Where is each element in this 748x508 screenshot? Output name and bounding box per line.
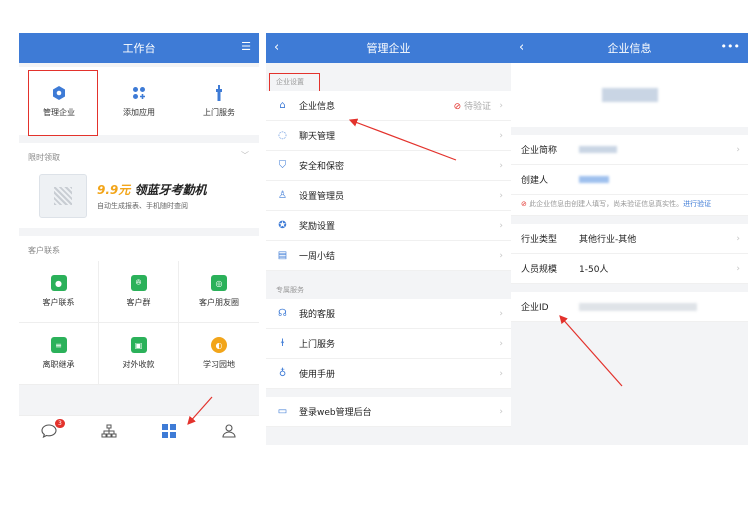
customer-contact-button[interactable]: ● 客户联系 <box>19 261 99 323</box>
menu-door-service[interactable]: ɫ 上门服务 › <box>266 329 511 359</box>
chevron-right-icon: › <box>499 160 503 171</box>
blurred-logo <box>601 88 658 102</box>
enterprise-logo[interactable] <box>511 63 748 127</box>
chat-icon: ◌ <box>278 130 287 141</box>
verify-status: ⊘ 待验证 <box>453 102 491 112</box>
menu-sort-icon[interactable]: ☰ <box>241 40 251 53</box>
attendance-machine-image <box>39 174 87 218</box>
customer-moments-button[interactable]: ◎ 客户朋友圈 <box>179 261 259 323</box>
enterprise-info-panel: ‹ 企业信息 ••• 企业简称 › 创建人 ⊘ 此企业信息由创建人填写，尚未验证… <box>511 33 748 445</box>
customer-contact-grid: ● 客户联系 ꔮ 客户群 ◎ 客户朋友圈 ≡ 离职继承 ▣ 对外收款 ◐ 学习园… <box>19 261 259 385</box>
menu-my-service[interactable]: ☊ 我的客服 › <box>266 299 511 329</box>
page-title: 企业信息 <box>607 42 652 55</box>
manage-enterprise-panel: ‹ 管理企业 企业设置 ⌂ 企业信息 ⊘ 待验证 › ◌ 聊天管理 › ⛉ 安全… <box>266 33 511 445</box>
resign-inherit-icon: ≡ <box>50 337 67 353</box>
planet-icon: ◐ <box>211 337 227 353</box>
workbench-panel: 工作台 ☰ 管理企业 添加应用 上门服务 限时领取 ﹀ 9.9元 领蓝牙考勤机 … <box>19 33 259 445</box>
blurred-value <box>579 176 609 183</box>
chevron-right-icon: › <box>499 250 503 261</box>
row-enterprise-id[interactable]: 企业ID <box>511 292 748 322</box>
menu-web-admin-login[interactable]: ▭ 登录web管理后台 › <box>266 397 511 427</box>
back-icon[interactable]: ‹ <box>519 40 524 55</box>
tab-workbench[interactable] <box>139 416 199 445</box>
row-short-name[interactable]: 企业简称 › <box>511 135 748 165</box>
chevron-right-icon: › <box>499 338 503 349</box>
unread-badge: 3 <box>55 419 65 428</box>
enterprise-info-header: ‹ 企业信息 ••• <box>511 33 748 63</box>
back-icon[interactable]: ‹ <box>274 40 279 55</box>
page-title: 工作台 <box>122 42 156 55</box>
chevron-down-icon[interactable]: ﹀ <box>241 150 249 161</box>
add-app-icon <box>131 85 147 101</box>
chevron-right-icon: › <box>499 190 503 201</box>
highlight-box <box>28 70 98 136</box>
chevron-right-icon: › <box>736 233 740 244</box>
chevron-right-icon: › <box>499 100 503 111</box>
chat-bubble-icon: ● <box>50 275 67 291</box>
tab-messages[interactable]: 3 <box>19 416 79 445</box>
verify-notice: ⊘ 此企业信息由创建人填写，尚未验证信息真实性。进行验证 <box>511 195 748 216</box>
menu-enterprise-info[interactable]: ⌂ 企业信息 ⊘ 待验证 › <box>266 91 511 121</box>
menu-security[interactable]: ⛉ 安全和保密 › <box>266 151 511 181</box>
learning-garden-button[interactable]: ◐ 学习园地 <box>179 323 259 385</box>
headset-icon: ☊ <box>278 308 287 319</box>
menu-user-manual[interactable]: ♁ 使用手册 › <box>266 359 511 389</box>
customer-group-icon: ꔮ <box>130 275 147 291</box>
door-service-icon: ɫ <box>280 338 285 349</box>
chevron-right-icon: › <box>499 406 503 417</box>
workbench-header: 工作台 ☰ <box>19 33 259 63</box>
monitor-icon: ▭ <box>277 406 288 417</box>
chevron-right-icon: › <box>499 220 503 231</box>
lightbulb-icon: ♁ <box>278 368 287 379</box>
blurred-value <box>579 302 697 311</box>
home-icon: ⌂ <box>279 100 286 111</box>
menu-chat-management[interactable]: ◌ 聊天管理 › <box>266 121 511 151</box>
payment-icon: ▣ <box>130 337 147 353</box>
row-creator: 创建人 <box>511 165 748 195</box>
report-icon: ▤ <box>277 250 288 261</box>
medal-icon: ✪ <box>278 220 287 231</box>
chevron-right-icon: › <box>499 368 503 379</box>
chevron-right-icon: › <box>499 130 503 141</box>
door-service-button[interactable]: 上门服务 <box>179 67 259 135</box>
blurred-value <box>579 146 617 153</box>
menu-set-admin[interactable]: ♙ 设置管理员 › <box>266 181 511 211</box>
external-payment-button[interactable]: ▣ 对外收款 <box>99 323 179 385</box>
promo-subtitle: 自动生成报表、手机随时查阅 <box>97 202 188 210</box>
chevron-right-icon: › <box>499 308 503 319</box>
page-title: 管理企业 <box>366 42 411 55</box>
workbench-grid-icon <box>162 423 176 438</box>
resign-inherit-button[interactable]: ≡ 离职继承 <box>19 323 99 385</box>
section-label: 专属服务 <box>276 286 304 294</box>
menu-rewards[interactable]: ✪ 奖励设置 › <box>266 211 511 241</box>
admin-icon: ♙ <box>278 190 287 201</box>
menu-weekly-summary[interactable]: ▤ 一周小结 › <box>266 241 511 271</box>
verify-link[interactable]: 进行验证 <box>683 200 711 208</box>
add-app-button[interactable]: 添加应用 <box>99 67 179 135</box>
section-title: 限时领取 ﹀ <box>28 150 249 162</box>
door-service-icon <box>211 84 227 101</box>
section-title: 客户联系 <box>28 246 60 255</box>
more-icon[interactable]: ••• <box>721 40 740 53</box>
moments-icon: ◎ <box>211 275 227 291</box>
promo-card: 限时领取 ﹀ 9.9元 领蓝牙考勤机 自动生成报表、手机随时查阅 <box>19 143 259 228</box>
customer-group-button[interactable]: ꔮ 客户群 <box>99 261 179 323</box>
row-industry[interactable]: 行业类型 其他行业-其他 › <box>511 224 748 254</box>
promo-title: 9.9元 领蓝牙考勤机 <box>97 183 207 197</box>
chevron-right-icon: › <box>736 263 740 274</box>
person-icon <box>222 423 236 438</box>
org-chart-icon <box>101 424 117 437</box>
row-staff-size[interactable]: 人员规模 1-50人 › <box>511 254 748 284</box>
promo-banner[interactable]: 9.9元 领蓝牙考勤机 自动生成报表、手机随时查阅 <box>19 168 259 228</box>
bottom-tabbar: 3 <box>19 415 259 445</box>
customer-contact-card: 客户联系 ● 客户联系 ꔮ 客户群 ◎ 客户朋友圈 ≡ 离职继承 ▣ 对外收款 <box>19 236 259 385</box>
manage-enterprise-header: ‹ 管理企业 <box>266 33 511 63</box>
tab-me[interactable] <box>199 416 259 445</box>
shield-icon: ⛉ <box>278 160 287 171</box>
warning-icon: ⊘ <box>521 200 527 208</box>
chevron-right-icon: › <box>736 144 740 155</box>
tab-contacts[interactable] <box>79 416 139 445</box>
